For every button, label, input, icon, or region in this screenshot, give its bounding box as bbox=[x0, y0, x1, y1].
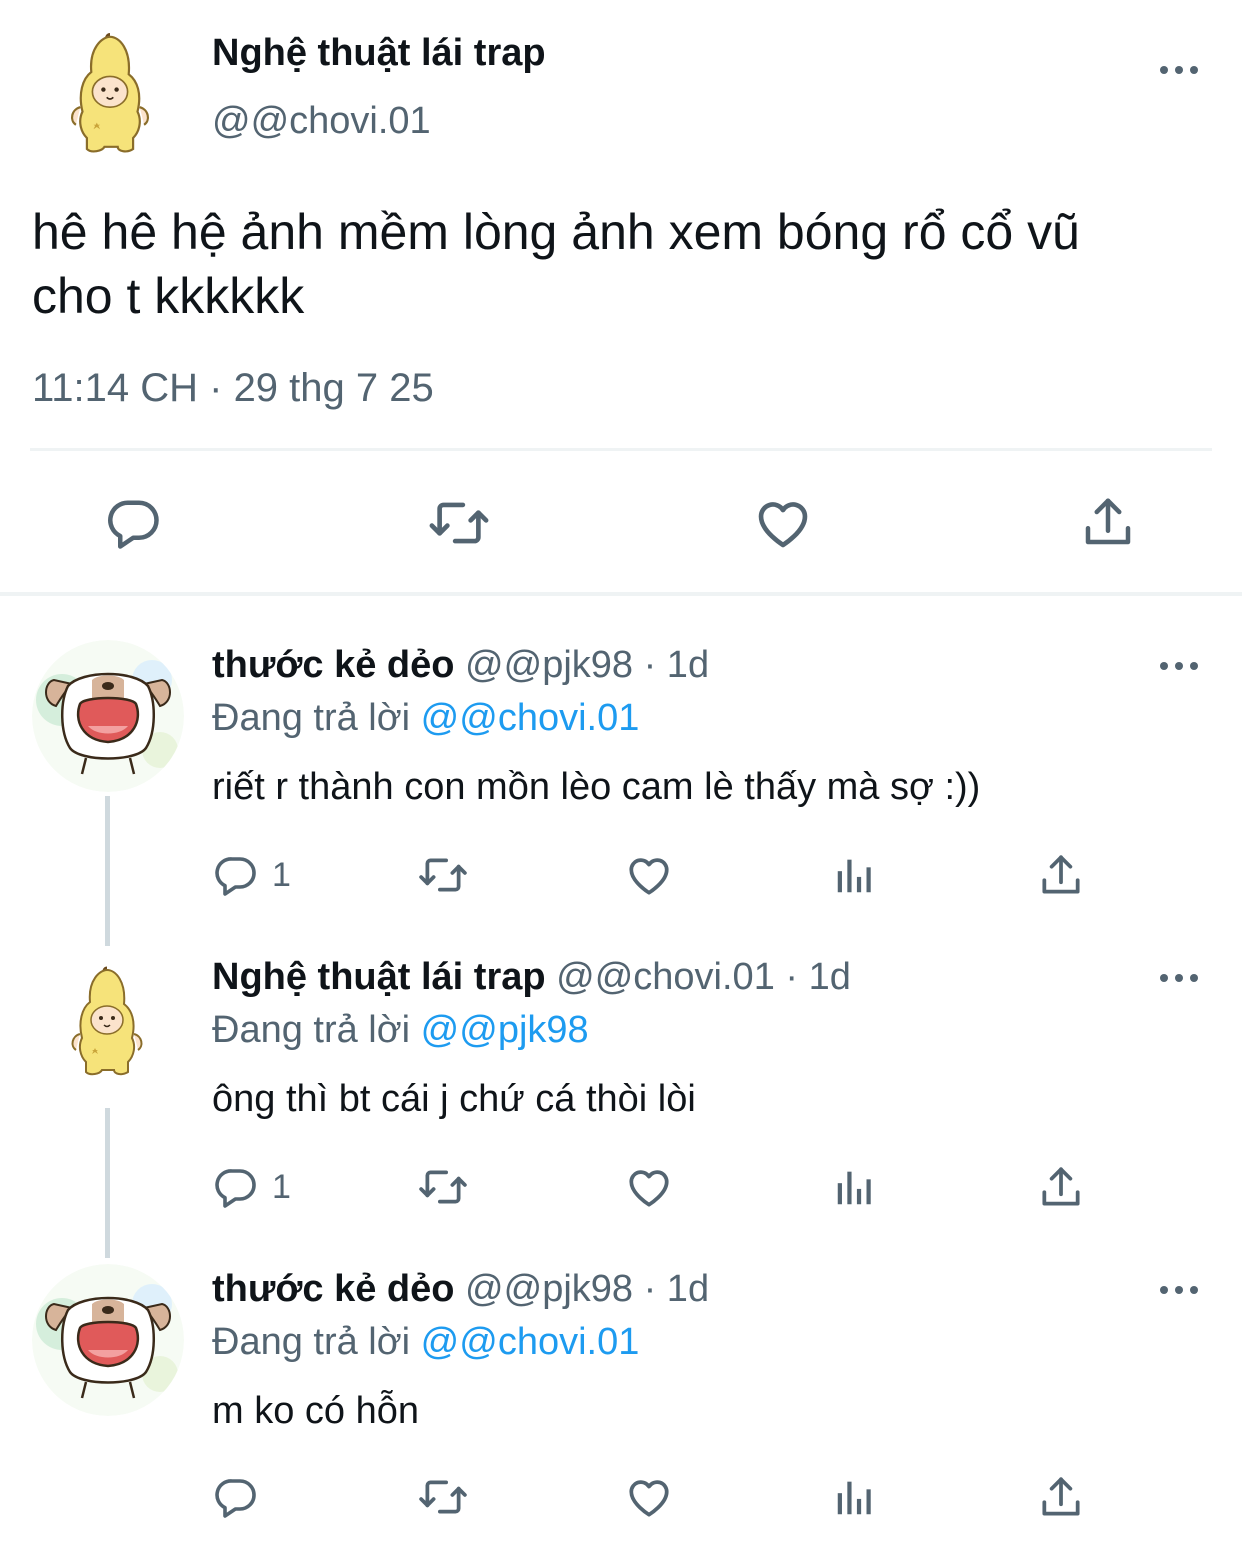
reply-display-name[interactable]: Nghệ thuật lái trap bbox=[212, 956, 546, 998]
reply-header: thước kẻ dẻo @@pjk98 · 1d bbox=[212, 644, 709, 687]
reply-header: thước kẻ dẻo @@pjk98 · 1d bbox=[212, 1268, 709, 1311]
replying-to-handle[interactable]: @@pjk98 bbox=[421, 1009, 589, 1051]
like-icon[interactable] bbox=[624, 850, 674, 900]
tweet-text: hê hê hệ ảnh mềm lòng ảnh xem bóng rổ cổ… bbox=[32, 200, 1080, 328]
replying-to-handle[interactable]: @@chovi.01 bbox=[421, 1321, 640, 1363]
reply-meta[interactable]: @@pjk98 · 1d bbox=[465, 644, 709, 686]
share-icon[interactable] bbox=[1036, 850, 1086, 900]
views-icon[interactable] bbox=[832, 1474, 878, 1520]
retweet-icon[interactable] bbox=[426, 492, 492, 554]
share-icon[interactable] bbox=[1036, 1162, 1086, 1212]
reply-avatar[interactable] bbox=[32, 640, 184, 792]
author-avatar[interactable] bbox=[60, 28, 160, 160]
reply-icon[interactable] bbox=[212, 1164, 260, 1212]
more-options-icon[interactable] bbox=[1158, 968, 1202, 988]
retweet-icon[interactable] bbox=[416, 1162, 470, 1212]
author-display-name[interactable]: Nghệ thuật lái trap bbox=[212, 32, 546, 75]
replying-to-label: Đang trả lời bbox=[212, 1009, 411, 1051]
reply-meta[interactable]: @@chovi.01 · 1d bbox=[556, 956, 851, 998]
replying-to-handle[interactable]: @@chovi.01 bbox=[421, 697, 640, 739]
reply-text: riết r thành con mồn lèo cam lè thấy mà … bbox=[212, 766, 981, 808]
reply-icon[interactable] bbox=[104, 494, 164, 554]
replying-to: Đang trả lời @@chovi.01 bbox=[212, 1321, 639, 1364]
reply-text: ông thì bt cái j chứ cá thòi lòi bbox=[212, 1078, 696, 1120]
reply-avatar[interactable] bbox=[62, 962, 152, 1082]
thread-line bbox=[105, 796, 110, 946]
divider bbox=[30, 448, 1212, 451]
views-icon[interactable] bbox=[832, 852, 878, 898]
share-icon[interactable] bbox=[1036, 1472, 1086, 1522]
reply-text: m ko có hỗn bbox=[212, 1390, 419, 1432]
reply-count: 1 bbox=[272, 856, 291, 894]
thread-line bbox=[105, 1108, 110, 1258]
more-options-icon[interactable] bbox=[1158, 60, 1202, 80]
like-icon[interactable] bbox=[624, 1162, 674, 1212]
views-icon[interactable] bbox=[832, 1164, 878, 1210]
reply-icon[interactable] bbox=[212, 1474, 260, 1522]
tweet-text-line-2: cho t kkkkkk bbox=[32, 268, 305, 324]
section-divider bbox=[0, 592, 1242, 596]
reply-display-name[interactable]: thước kẻ dẻo bbox=[212, 644, 454, 686]
like-icon[interactable] bbox=[624, 1472, 674, 1522]
reply-header: Nghệ thuật lái trap @@chovi.01 · 1d bbox=[212, 956, 851, 999]
tweet-text-line-1: hê hê hệ ảnh mềm lòng ảnh xem bóng rổ cổ… bbox=[32, 204, 1080, 260]
author-handle[interactable]: @@chovi.01 bbox=[212, 100, 431, 143]
more-options-icon[interactable] bbox=[1158, 656, 1202, 676]
reply-display-name[interactable]: thước kẻ dẻo bbox=[212, 1268, 454, 1310]
retweet-icon[interactable] bbox=[416, 850, 470, 900]
replying-to: Đang trả lời @@chovi.01 bbox=[212, 697, 639, 740]
like-icon[interactable] bbox=[752, 492, 814, 554]
reply-avatar[interactable] bbox=[32, 1264, 184, 1416]
reply-count: 1 bbox=[272, 1168, 291, 1206]
reply-meta[interactable]: @@pjk98 · 1d bbox=[465, 1268, 709, 1310]
tweet-timestamp[interactable]: 11:14 CH · 29 thg 7 25 bbox=[32, 366, 434, 411]
retweet-icon[interactable] bbox=[416, 1472, 470, 1522]
replying-to: Đang trả lời @@pjk98 bbox=[212, 1009, 589, 1052]
replying-to-label: Đang trả lời bbox=[212, 1321, 411, 1363]
replying-to-label: Đang trả lời bbox=[212, 697, 411, 739]
reply-icon[interactable] bbox=[212, 852, 260, 900]
more-options-icon[interactable] bbox=[1158, 1280, 1202, 1300]
share-icon[interactable] bbox=[1078, 492, 1138, 552]
